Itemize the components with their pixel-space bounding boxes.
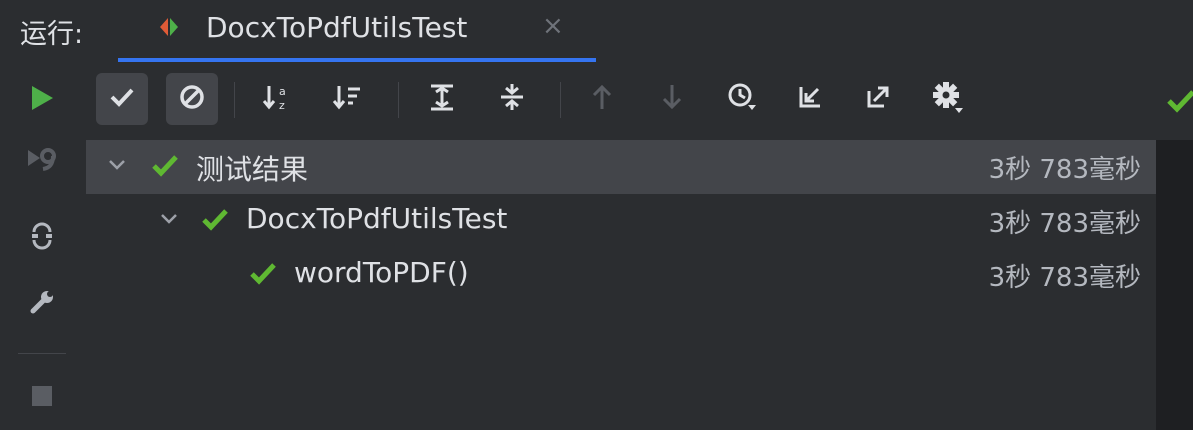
- passed-check-icon: [152, 154, 178, 178]
- svg-text:a: a: [279, 85, 286, 98]
- wrench-icon[interactable]: [22, 282, 62, 322]
- tree-row-duration: 3秒 783毫秒: [988, 263, 1141, 293]
- passed-check-icon: [202, 208, 228, 232]
- toolbar-divider: [234, 82, 235, 118]
- history-icon: [726, 81, 758, 117]
- show-ignored-button[interactable]: [166, 73, 218, 125]
- ignore-icon: [178, 83, 206, 115]
- run-icon[interactable]: [22, 78, 62, 118]
- tree-row-duration: 3秒 783毫秒: [988, 209, 1141, 239]
- toolbar-divider: [560, 82, 561, 118]
- gear-icon: [931, 80, 965, 118]
- tree-row-root[interactable]: 测试结果 3秒 783毫秒: [86, 140, 1156, 194]
- export-tests-button[interactable]: [852, 73, 904, 125]
- next-failed-button[interactable]: [646, 73, 698, 125]
- sort-by-duration-button[interactable]: [322, 73, 374, 125]
- tree-row-test-method[interactable]: wordToPDF() 3秒 783毫秒: [86, 248, 1156, 302]
- rerun-failed-icon[interactable]: [22, 138, 62, 178]
- expand-all-icon: [427, 82, 457, 116]
- tree-row-test-class[interactable]: DocxToPdfUtilsTest 3秒 783毫秒: [86, 194, 1156, 248]
- tests-passed-status-icon: [1166, 88, 1193, 118]
- test-config-icon: [158, 16, 180, 38]
- sort-alphabetically-button[interactable]: a z: [252, 73, 304, 125]
- tab-docx-to-pdf-utils-test[interactable]: DocxToPdfUtilsTest ×: [118, 0, 596, 62]
- previous-failed-button[interactable]: [576, 73, 628, 125]
- stop-icon[interactable]: [22, 376, 62, 416]
- arrow-up-icon: [590, 83, 614, 115]
- left-toolbar: [0, 62, 86, 430]
- collapse-all-icon: [497, 82, 527, 116]
- settings-button[interactable]: [922, 73, 974, 125]
- tree-row-duration: 3秒 783毫秒: [988, 155, 1141, 185]
- test-history-button[interactable]: [716, 73, 768, 125]
- import-icon: [796, 83, 824, 115]
- chevron-down-icon[interactable]: [106, 154, 128, 176]
- toolbar-divider: [398, 82, 399, 118]
- toggle-auto-test-icon[interactable]: [22, 216, 62, 256]
- tree-row-label: DocxToPdfUtilsTest: [246, 202, 508, 235]
- check-icon: [109, 85, 135, 113]
- export-icon: [864, 83, 892, 115]
- show-passed-button[interactable]: [96, 73, 148, 125]
- run-label: 运行:: [20, 19, 84, 50]
- test-results-tree: 测试结果 3秒 783毫秒 DocxToPdfUtilsTest 3秒 783毫…: [86, 140, 1156, 430]
- svg-text:z: z: [279, 99, 285, 112]
- import-tests-button[interactable]: [784, 73, 836, 125]
- arrow-down-icon: [660, 83, 684, 115]
- collapse-all-button[interactable]: [486, 73, 538, 125]
- left-toolbar-divider: [18, 353, 66, 354]
- sort-duration-icon: [332, 82, 364, 116]
- chevron-down-icon[interactable]: [158, 208, 180, 230]
- run-tool-window-header: 运行: DocxToPdfUtilsTest ×: [0, 0, 1193, 62]
- tree-row-label: wordToPDF(): [294, 256, 469, 289]
- output-panel-edge: [1156, 140, 1193, 430]
- expand-all-button[interactable]: [416, 73, 468, 125]
- close-icon[interactable]: ×: [542, 11, 564, 41]
- tree-row-label: 测试结果: [196, 153, 309, 186]
- passed-check-icon: [250, 262, 276, 286]
- test-toolbar: a z: [86, 62, 1193, 140]
- tab-title: DocxToPdfUtilsTest: [206, 11, 468, 44]
- sort-alpha-icon: a z: [262, 82, 294, 116]
